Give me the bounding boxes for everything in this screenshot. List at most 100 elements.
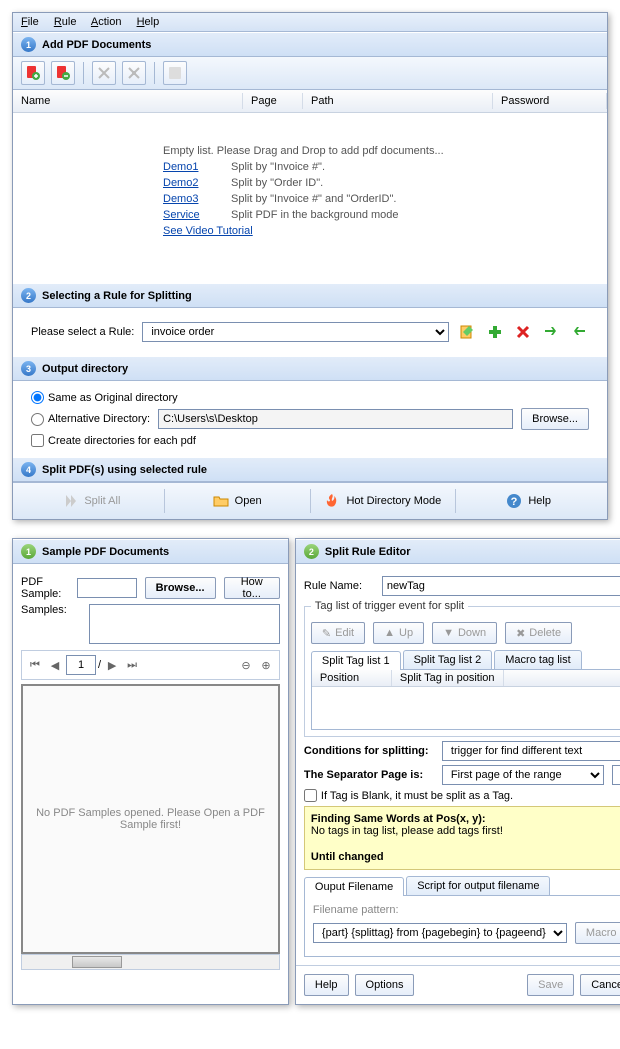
- menu-rule[interactable]: Rule: [54, 16, 77, 28]
- tag-grid[interactable]: PositionSplit Tag in position: [311, 670, 620, 730]
- delete-tag-button[interactable]: ✖ Delete: [505, 622, 572, 644]
- remove-icon: [96, 65, 112, 81]
- add-folder-button[interactable]: [51, 61, 75, 85]
- tab-output-script[interactable]: Script for output filename: [406, 876, 550, 895]
- col-name[interactable]: Name: [13, 93, 243, 109]
- edit-rule-button[interactable]: [457, 322, 477, 342]
- remove-button[interactable]: [92, 61, 116, 85]
- hot-dir-button[interactable]: Hot Directory Mode: [311, 489, 457, 513]
- col-password[interactable]: Password: [493, 93, 607, 109]
- macro-button[interactable]: Macro: [575, 922, 620, 944]
- separator-select[interactable]: First page of the range: [442, 765, 605, 785]
- video-link[interactable]: See Video Tutorial: [163, 223, 253, 239]
- menu-action[interactable]: Action: [91, 16, 122, 28]
- svg-text:?: ?: [511, 496, 518, 508]
- separator-num-input[interactable]: [612, 765, 620, 785]
- section-4-header: 4 Split PDF(s) using selected rule: [13, 457, 607, 482]
- new-rule-button[interactable]: [485, 322, 505, 342]
- rule-select[interactable]: invoice order: [142, 322, 449, 342]
- export-rule-button[interactable]: [569, 322, 589, 342]
- zoom-out-button[interactable]: ⊖: [237, 656, 255, 674]
- rule-name-label: Rule Name:: [304, 580, 374, 592]
- add-pdf-icon: [25, 65, 41, 81]
- pdf-sample-input[interactable]: [77, 578, 137, 598]
- tab-macrolist[interactable]: Macro tag list: [494, 650, 581, 669]
- browse-sample-button[interactable]: Browse...: [145, 577, 216, 599]
- create-dirs-checkbox[interactable]: Create directories for each pdf: [31, 434, 589, 447]
- badge-2: 2: [21, 288, 36, 303]
- up-tag-button[interactable]: ▲ Up: [373, 622, 424, 644]
- pdf-sample-label: PDF Sample:: [21, 576, 69, 600]
- col-page[interactable]: Page: [243, 93, 303, 109]
- h-scrollbar[interactable]: [21, 954, 280, 970]
- alt-dir-input[interactable]: [158, 409, 513, 429]
- output-panel: Filename pattern: {part} {splittag} from…: [304, 896, 620, 957]
- finding-title: Finding Same Words at Pos(x, y):: [311, 813, 486, 825]
- section-1-header: 1 Add PDF Documents: [13, 32, 607, 57]
- menu-file[interactable]: File: [21, 16, 39, 28]
- split-icon: [62, 493, 78, 509]
- browse-dir-button[interactable]: Browse...: [521, 408, 589, 430]
- tag-list-fieldset: Tag list of trigger event for split ✎ Ed…: [304, 600, 620, 737]
- separator-label: The Separator Page is:: [304, 769, 434, 781]
- zoom-in-button[interactable]: ⊕: [257, 656, 275, 674]
- demo-row: ServiceSplit PDF in the background mode: [163, 207, 607, 223]
- save-button[interactable]: Save: [527, 974, 574, 996]
- tag-tabs: Split Tag list 1 Split Tag list 2 Macro …: [311, 650, 620, 670]
- export-icon: [571, 324, 587, 340]
- tools-button[interactable]: [122, 61, 146, 85]
- cancel-button[interactable]: Cancel: [580, 974, 620, 996]
- alt-dir-radio[interactable]: Alternative Directory:: [31, 413, 150, 426]
- prev-page-button[interactable]: ◀: [46, 656, 64, 674]
- no-tags-msg: No tags in tag list, please add tags fir…: [311, 825, 503, 837]
- save-list-button[interactable]: [163, 61, 187, 85]
- demo3-link[interactable]: Demo3: [163, 191, 231, 207]
- tab-taglist2[interactable]: Split Tag list 2: [403, 650, 493, 669]
- split-all-button[interactable]: Split All: [19, 489, 165, 513]
- page-input[interactable]: [66, 655, 96, 675]
- output-tabs: Ouput Filename Script for output filenam…: [304, 876, 620, 896]
- add-file-button[interactable]: [21, 61, 45, 85]
- menubar: File Rule Action Help: [13, 13, 607, 32]
- rule-name-input[interactable]: [382, 576, 620, 596]
- down-tag-button[interactable]: ▼ Down: [432, 622, 497, 644]
- sample-title: Sample PDF Documents: [42, 546, 169, 558]
- badge-1: 1: [21, 37, 36, 52]
- edit-tag-button[interactable]: ✎ Edit: [311, 622, 365, 644]
- options-button[interactable]: Options: [355, 974, 415, 996]
- conditions-select[interactable]: trigger for find different text: [442, 741, 620, 761]
- samples-textarea[interactable]: [89, 604, 280, 644]
- col-path[interactable]: Path: [303, 93, 493, 109]
- blank-tag-checkbox[interactable]: If Tag is Blank, it must be split as a T…: [304, 789, 620, 802]
- help-button[interactable]: ?Help: [456, 489, 601, 513]
- help-button-2[interactable]: Help: [304, 974, 349, 996]
- col-splittag: Split Tag in position: [392, 670, 504, 686]
- first-page-button[interactable]: ⏮: [26, 656, 44, 674]
- last-page-button[interactable]: ⏭: [123, 656, 141, 674]
- editor-windows: 1 Sample PDF Documents PDF Sample: Brows…: [12, 538, 608, 1005]
- doc-toolbar: [13, 57, 607, 90]
- badge-3: 3: [21, 361, 36, 376]
- service-link[interactable]: Service: [163, 207, 231, 223]
- demo-row: Demo2Split by "Order ID".: [163, 175, 607, 191]
- demo2-link[interactable]: Demo2: [163, 175, 231, 191]
- tools-icon: [126, 65, 142, 81]
- rule-select-label: Please select a Rule:: [31, 326, 134, 338]
- tab-taglist1[interactable]: Split Tag list 1: [311, 651, 401, 670]
- delete-rule-button[interactable]: [513, 322, 533, 342]
- tab-output-filename[interactable]: Ouput Filename: [304, 877, 404, 896]
- howto-button[interactable]: How to...: [224, 577, 280, 599]
- open-button[interactable]: Open: [165, 489, 311, 513]
- same-dir-radio[interactable]: Same as Original directory: [31, 391, 589, 404]
- preview-empty: No PDF Samples opened. Please Open a PDF…: [33, 807, 268, 831]
- help-icon: ?: [506, 493, 522, 509]
- demo1-link[interactable]: Demo1: [163, 159, 231, 175]
- import-rule-button[interactable]: [541, 322, 561, 342]
- menu-help[interactable]: Help: [137, 16, 160, 28]
- pattern-select[interactable]: {part} {splittag} from {pagebegin} to {p…: [313, 923, 567, 943]
- badge-4: 4: [21, 462, 36, 477]
- document-list[interactable]: Empty list. Please Drag and Drop to add …: [13, 113, 607, 283]
- editor-title: Split Rule Editor: [325, 546, 411, 558]
- next-page-button[interactable]: ▶: [103, 656, 121, 674]
- rule-editor-pane: 2 Split Rule Editor Rule Name: Tag list …: [295, 538, 620, 1005]
